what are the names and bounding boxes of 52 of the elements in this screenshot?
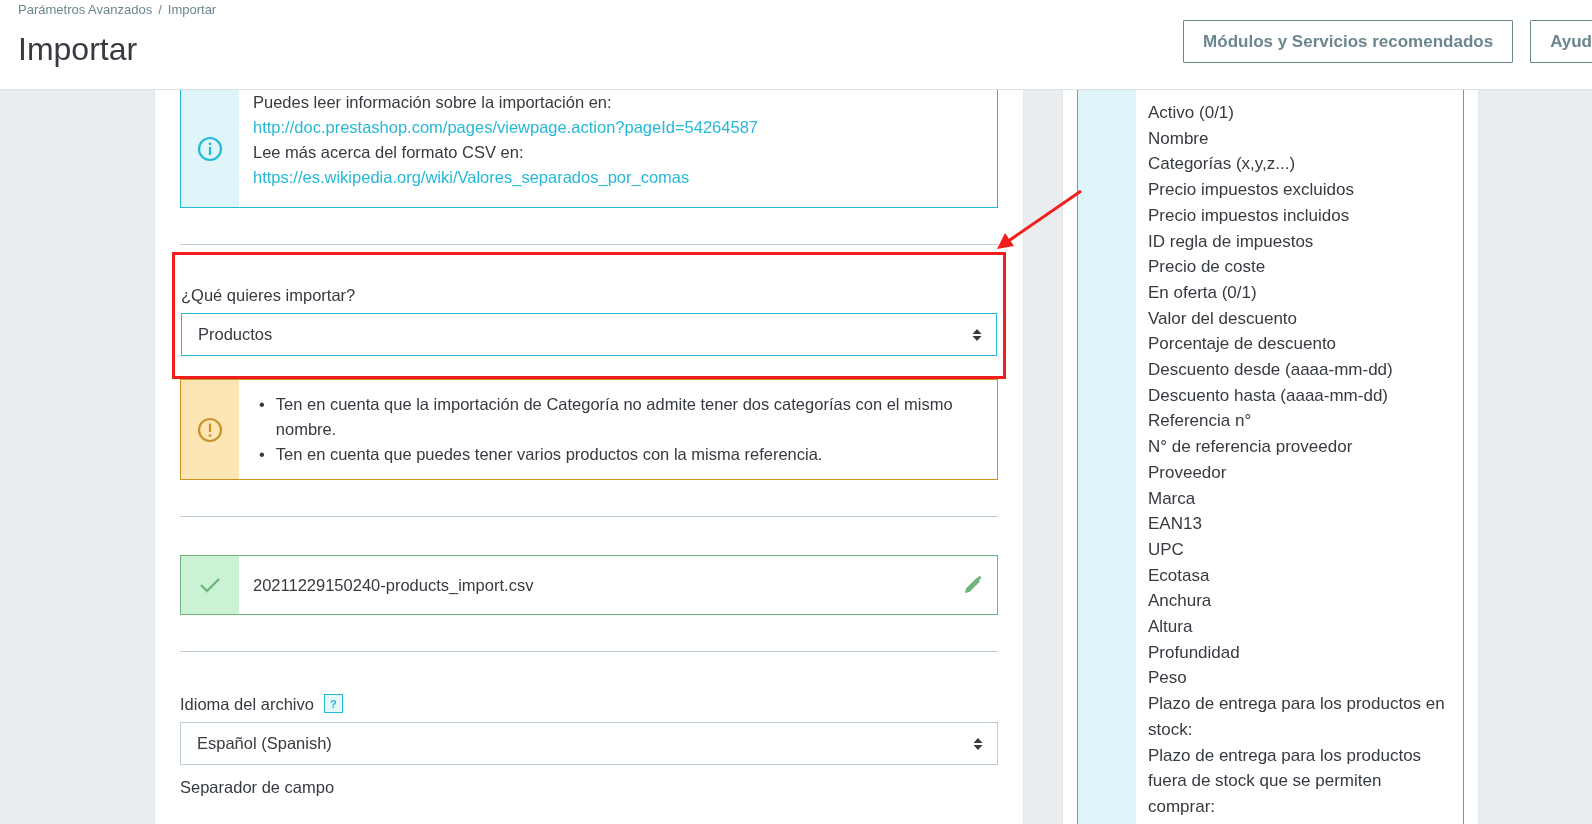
- field-name: EAN13: [1148, 513, 1203, 536]
- field-name: N° de referencia proveedor: [1148, 436, 1354, 459]
- breadcrumb-separator: /: [158, 2, 162, 17]
- info-text: Puedes leer información sobre la importación en:: [253, 92, 612, 113]
- breadcrumb-link[interactable]: Importar: [167, 2, 217, 17]
- field-name: Activo (0/1): [1148, 102, 1235, 124]
- bullet: •: [259, 394, 265, 415]
- field-label: Separador de campo: [180, 777, 336, 797]
- sort-caret-icon: [973, 736, 983, 751]
- breadcrumb-link[interactable]: Parámetros Avanzados: [18, 2, 153, 17]
- sort-caret-icon: [972, 327, 982, 342]
- field-name: Plazo de entrega para los productos en stock:: [1148, 693, 1446, 741]
- field-name: ID regla de impuestos: [1148, 230, 1315, 253]
- field-name: Categorías (x,y,z...): [1148, 153, 1297, 176]
- field-label: ¿Qué quieres importar?: [181, 285, 357, 305]
- edit-icon[interactable]: [963, 575, 983, 595]
- field-name: Altura: [1148, 616, 1194, 639]
- field-name: Descuento desde (aaaa-mm-dd): [1148, 359, 1394, 382]
- language-select[interactable]: Español (Spanish): [180, 722, 998, 765]
- doc-link[interactable]: http://doc.prestashop.com/pages/viewpage.action?pageId=54264587: [253, 115, 758, 140]
- field-name: Precio impuestos incluidos: [1148, 204, 1351, 227]
- field-name: Valor del descuento: [1148, 307, 1298, 330]
- field-name: Descuento hasta (aaaa-mm-dd): [1148, 384, 1389, 407]
- check-icon: [199, 577, 221, 593]
- field-name: Anchura: [1148, 590, 1213, 613]
- page-title: Importar: [18, 31, 139, 67]
- field-name: Ecotasa: [1148, 564, 1211, 587]
- field-name: Nombre: [1148, 127, 1210, 150]
- doc-link[interactable]: https://es.wikipedia.org/wiki/Valores_separados_por_comas: [253, 165, 690, 190]
- field-name: Precio de coste: [1148, 256, 1267, 279]
- warning-icon: [197, 416, 223, 443]
- field-name: Peso: [1148, 667, 1188, 690]
- field-name: UPC: [1148, 538, 1185, 561]
- field-label: Idioma del archivo: [180, 694, 314, 714]
- warning-item: Ten en cuenta que la importación de Categoría no admite tener dos categorías con el mismo nombre.: [275, 394, 954, 440]
- field-name: Referencia n°: [1148, 410, 1253, 433]
- field-name: Marca: [1148, 487, 1197, 510]
- field-name: Precio impuestos excluidos: [1148, 179, 1355, 202]
- info-icon: [197, 135, 223, 162]
- warning-item: Ten en cuenta que puedes tener varios productos con la misma referencia.: [275, 444, 823, 465]
- field-name: Plazo de entrega para los productos fuera de stock que se permiten comprar:: [1148, 744, 1423, 818]
- bullet: •: [259, 444, 265, 465]
- header-button[interactable]: Ayud: [1530, 20, 1592, 63]
- field-name: Proveedor: [1148, 461, 1228, 484]
- file-name: 20211229150240-products_import.csv: [253, 574, 534, 596]
- info-text: Lee más acerca del formato CSV en:: [253, 142, 524, 163]
- field-name: En oferta (0/1): [1148, 281, 1258, 304]
- help-button[interactable]: ?: [323, 694, 343, 713]
- field-name: Profundidad: [1148, 641, 1241, 664]
- import-type-select[interactable]: Productos: [181, 313, 997, 356]
- header-button[interactable]: Módulos y Servicios recomendados: [1183, 20, 1514, 63]
- field-name: Porcentaje de descuento: [1148, 333, 1338, 356]
